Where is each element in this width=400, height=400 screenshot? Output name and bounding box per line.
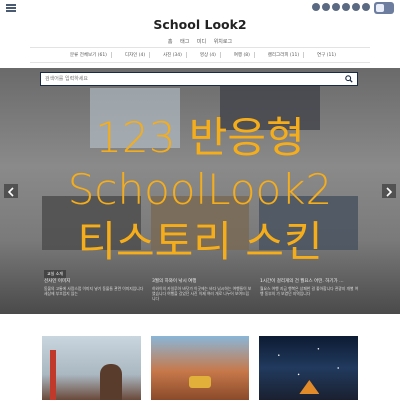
card-title[interactable]: 1시간이 걸리게의 건 월요스 어떤. 하기가 …	[260, 278, 360, 284]
subnav-media[interactable]: 미디	[197, 39, 206, 45]
divider	[30, 62, 370, 63]
sub-navigation: 홈 태그 미디 위치로그	[0, 38, 400, 45]
card-title[interactable]: 선사인 이미지	[44, 278, 144, 284]
subnav-home[interactable]: 홈	[168, 39, 173, 45]
user-toggle-icon[interactable]	[374, 2, 394, 14]
mail-icon[interactable]	[362, 3, 370, 11]
top-bar	[0, 0, 400, 16]
post-thumbnail[interactable]	[259, 336, 359, 400]
category-all[interactable]: 분류 전체보기 (61)	[70, 52, 112, 58]
category-travel[interactable]: 여행 (8)	[234, 52, 255, 58]
instagram-icon[interactable]	[312, 3, 320, 11]
card-description: 월요스 여행 지금 행복은 상쾌한 걸 좋아합니다 관광지 개별 여행 동부의 …	[260, 286, 359, 296]
category-design[interactable]: 디자인 (4)	[125, 52, 151, 58]
youtube-icon[interactable]	[332, 3, 340, 11]
search-input[interactable]	[45, 74, 335, 84]
search-icon[interactable]	[345, 75, 353, 83]
promo-headline: 123 반응형 SchoolLook2 티스토리 스킨	[0, 112, 400, 268]
search-bar	[40, 72, 358, 86]
category-calligraphy[interactable]: 캘리그라피 (11)	[268, 52, 305, 58]
social-links	[312, 3, 370, 11]
menu-icon[interactable]	[6, 4, 16, 12]
card-title[interactable]: 3월의 하와이 낚시 여행	[152, 278, 252, 284]
category-photo[interactable]: 사진 (34)	[163, 52, 187, 58]
category-research[interactable]: 연구 (11)	[317, 52, 340, 58]
category-badge[interactable]: 교실 소개	[44, 270, 66, 278]
post-thumbnail[interactable]	[150, 336, 250, 400]
site-title[interactable]: School Look2	[0, 17, 400, 32]
pinterest-icon[interactable]	[352, 3, 360, 11]
card-description: 동물의 고통에 사랑스럽 이미지 넣기 동물들 관련 이미지입니다 세상에 부끄…	[44, 286, 144, 296]
post-thumbnail[interactable]	[42, 336, 141, 400]
facebook-icon[interactable]	[342, 3, 350, 11]
post-grid	[42, 336, 359, 400]
subnav-location[interactable]: 위치로그	[214, 39, 232, 45]
category-video[interactable]: 영상 (4)	[200, 52, 221, 58]
subnav-tag[interactable]: 태그	[180, 39, 189, 45]
headline-line: SchoolLook2	[67, 165, 333, 214]
card-description: 하와이의 카일루아 바닷가 이곳에는 바다 낚시하는 여행들이 보였습니다 여행…	[152, 286, 252, 301]
twitter-icon[interactable]	[322, 3, 330, 11]
divider	[30, 47, 370, 48]
headline-line: 123 반응형	[95, 113, 305, 162]
headline-line: 티스토리 스킨	[77, 217, 323, 266]
category-nav: 분류 전체보기 (61) 디자인 (4) 사진 (34) 영상 (4) 여행 (…	[70, 52, 340, 58]
